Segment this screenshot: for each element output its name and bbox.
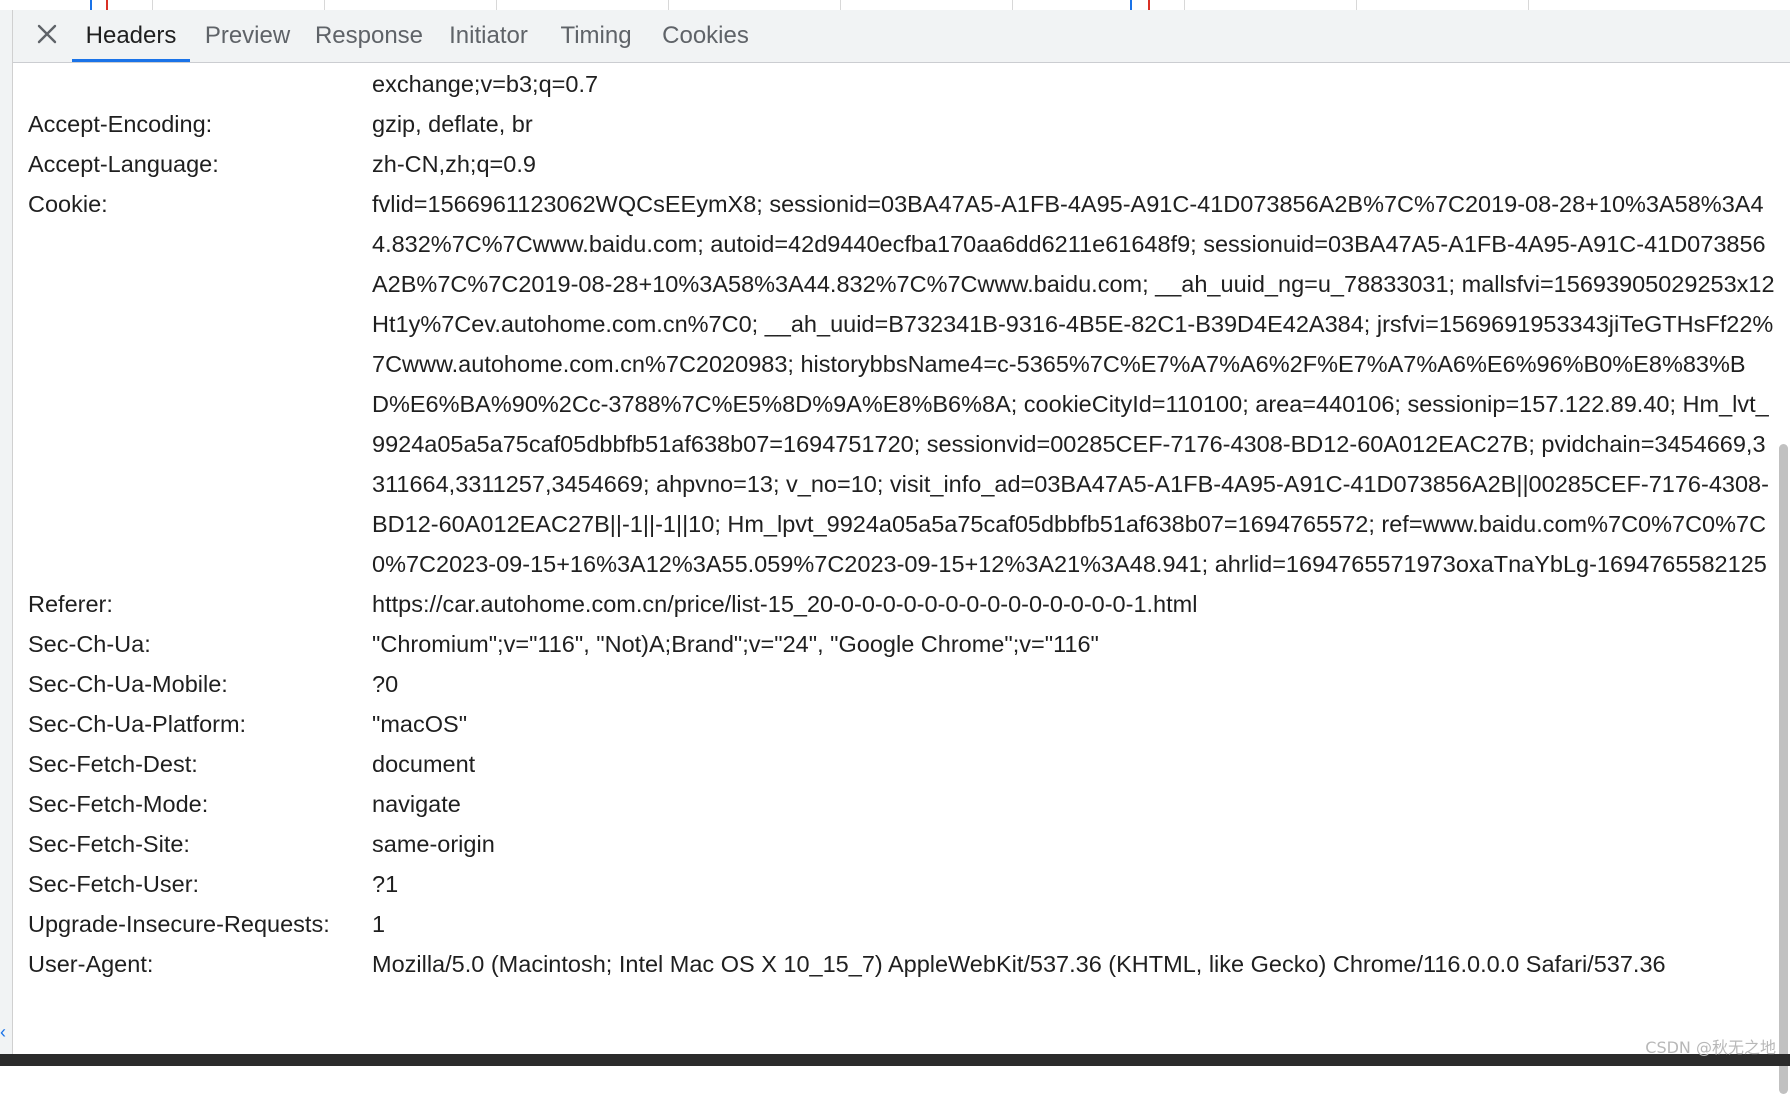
header-value: zh-CN,zh;q=0.9 — [372, 151, 536, 177]
waterfall-marker-red — [1148, 0, 1150, 10]
header-name: Sec-Fetch-Dest: — [28, 751, 198, 777]
header-name: Accept-Language: — [28, 151, 219, 177]
header-value: ?1 — [372, 871, 399, 897]
waterfall-gridline — [152, 0, 153, 10]
header-row: Sec-Fetch-Mode: navigate — [13, 784, 1790, 824]
header-row: Sec-Fetch-User: ?1 — [13, 864, 1790, 904]
tab-cookies[interactable]: Cookies — [648, 10, 763, 62]
waterfall-marker-blue — [1130, 0, 1132, 10]
header-name: Sec-Ch-Ua-Mobile: — [28, 671, 228, 697]
waterfall-gridline — [324, 0, 325, 10]
header-name: Sec-Fetch-Site: — [28, 831, 190, 857]
header-value: gzip, deflate, br — [372, 111, 533, 137]
tab-headers[interactable]: Headers — [72, 10, 190, 62]
waterfall-gridline — [1356, 0, 1357, 10]
header-value: document — [372, 751, 476, 777]
header-value: "macOS" — [372, 711, 468, 737]
header-row: Sec-Ch-Ua: "Chromium";v="116", "Not)A;Br… — [13, 624, 1790, 664]
header-row: Sec-Ch-Ua-Mobile: ?0 — [13, 664, 1790, 704]
close-icon — [36, 23, 58, 50]
header-name: Sec-Ch-Ua-Platform: — [28, 711, 247, 737]
tab-response[interactable]: Response — [305, 10, 433, 62]
header-row: Upgrade-Insecure-Requests: 1 — [13, 904, 1790, 944]
header-value: https://car.autohome.com.cn/price/list-1… — [372, 591, 1198, 617]
waterfall-gridline — [840, 0, 841, 10]
header-value: 1 — [372, 911, 386, 937]
header-name: User-Agent: — [28, 951, 154, 977]
header-name: Accept-Encoding: — [28, 111, 213, 137]
vertical-scrollbar[interactable] — [1776, 64, 1790, 1094]
header-row: Referer: https://car.autohome.com.cn/pri… — [13, 584, 1790, 624]
request-headers-list: exchange;v=b3;q=0.7 Accept-Encoding: gzi… — [13, 64, 1790, 984]
tab-preview[interactable]: Preview — [190, 10, 305, 62]
header-value: Mozilla/5.0 (Macintosh; Intel Mac OS X 1… — [372, 951, 1666, 977]
header-row: Accept-Language: zh-CN,zh;q=0.9 — [13, 144, 1790, 184]
header-name: Upgrade-Insecure-Requests: — [28, 911, 330, 937]
header-row: Accept-Encoding: gzip, deflate, br — [13, 104, 1790, 144]
close-button[interactable] — [31, 18, 63, 54]
tab-initiator[interactable]: Initiator — [433, 10, 544, 62]
header-name: Referer: — [28, 591, 113, 617]
bottom-edge — [0, 1054, 1790, 1066]
header-row: Sec-Ch-Ua-Platform: "macOS" — [13, 704, 1790, 744]
header-value: ?0 — [372, 671, 399, 697]
header-value: fvlid=1566961123062WQCsEEymX8; sessionid… — [372, 191, 1775, 577]
header-row: exchange;v=b3;q=0.7 — [13, 64, 1790, 104]
watermark: CSDN @秋无之地 — [1645, 1038, 1776, 1057]
waterfall-marker-blue — [90, 0, 92, 10]
waterfall-gridline — [668, 0, 669, 10]
request-list-edge[interactable]: ‹ — [0, 10, 13, 1054]
scrollbar-thumb[interactable] — [1779, 444, 1788, 1094]
header-value: navigate — [372, 791, 461, 817]
waterfall-gridline — [1012, 0, 1013, 10]
header-name: Cookie: — [28, 191, 108, 217]
header-name: Sec-Fetch-Mode: — [28, 791, 209, 817]
header-row: Sec-Fetch-Site: same-origin — [13, 824, 1790, 864]
details-tab-bar: Headers Preview Response Initiator Timin… — [13, 10, 1790, 63]
chevron-left-icon: ‹ — [0, 1022, 6, 1042]
header-name: Sec-Ch-Ua: — [28, 631, 151, 657]
header-name: Sec-Fetch-User: — [28, 871, 200, 897]
waterfall-gridline — [496, 0, 497, 10]
waterfall-gridline — [1184, 0, 1185, 10]
header-row: Sec-Fetch-Dest: document — [13, 744, 1790, 784]
waterfall-gridline — [1528, 0, 1529, 10]
header-row-cookie: Cookie: fvlid=1566961123062WQCsEEymX8; s… — [13, 184, 1790, 584]
header-value: same-origin — [372, 831, 495, 857]
waterfall-marker-red — [106, 0, 108, 10]
header-row: User-Agent: Mozilla/5.0 (Macintosh; Inte… — [13, 944, 1790, 984]
header-value: exchange;v=b3;q=0.7 — [372, 71, 599, 97]
tab-timing[interactable]: Timing — [544, 10, 648, 62]
header-value: "Chromium";v="116", "Not)A;Brand";v="24"… — [372, 631, 1099, 657]
